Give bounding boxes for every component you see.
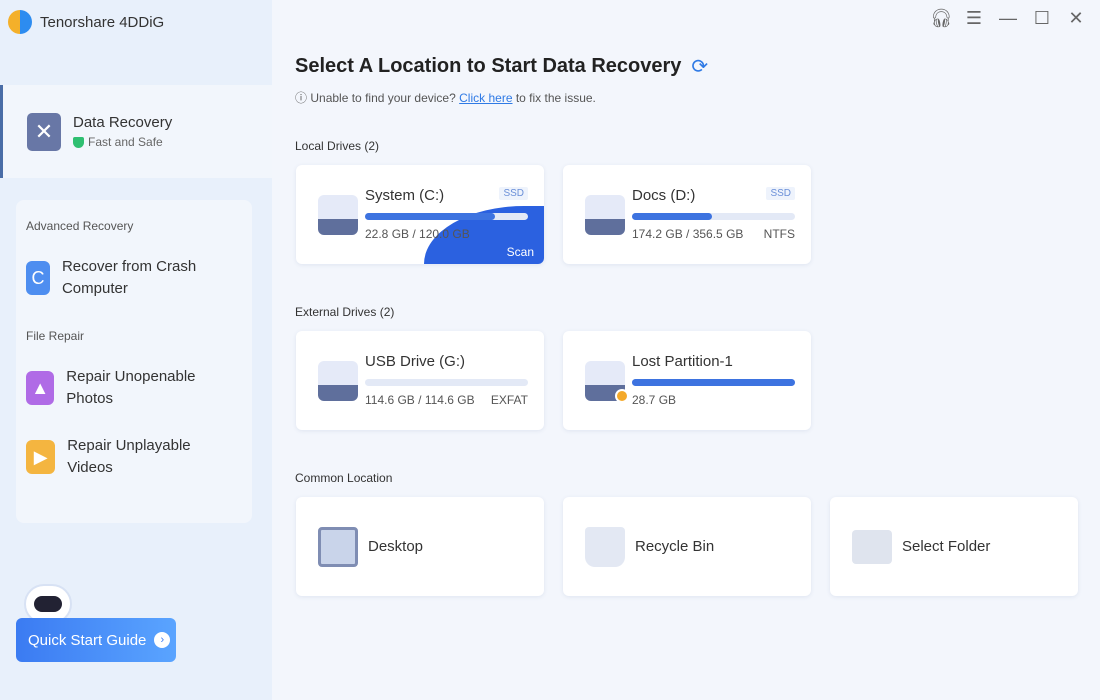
help-hint: ⓘ Unable to find your device? Click here…	[295, 89, 596, 106]
usage-bar	[365, 379, 528, 386]
hint-text: Unable to find your device?	[310, 91, 456, 105]
drive-size: 28.7 GB	[632, 393, 677, 407]
location-recycle-bin[interactable]: Recycle Bin	[563, 497, 811, 596]
usage-bar-fill	[365, 213, 496, 220]
usage-bar-fill	[632, 379, 795, 386]
photos-label: Repair Unopenable Photos	[66, 368, 196, 407]
drive-name: Docs (D:)	[632, 187, 696, 204]
hint-text-after: to fix the issue.	[515, 91, 596, 105]
data-recovery-subtitle: Fast and Safe	[88, 135, 163, 149]
scan-label: Scan	[506, 245, 534, 259]
drive-size: 22.8 GB / 120.0 GB	[365, 227, 470, 241]
monitor-icon	[318, 526, 358, 567]
video-icon: ▶	[26, 440, 56, 474]
crash-label: Recover from Crash Computer	[61, 258, 197, 297]
drive-card-lost-partition[interactable]: Lost Partition-1 28.7 GB	[563, 331, 811, 430]
page-title: Select A Location to Start Data Recovery…	[295, 54, 708, 79]
window-controls: 🎧︎ ☰ — ☐ ✕	[930, 8, 1086, 29]
recycle-bin-icon	[585, 526, 625, 567]
videos-label: Repair Unplayable Videos	[67, 437, 191, 476]
location-label: Select Folder	[902, 538, 991, 555]
arrow-right-icon: ›	[154, 632, 171, 648]
sidebar-item-data-recovery[interactable]: ✕ Data Recovery Fast and Safe	[0, 85, 272, 178]
usb-drive-icon	[318, 361, 358, 401]
location-select-folder[interactable]: Select Folder	[830, 497, 1078, 596]
common-location-label: Common Location	[295, 471, 393, 485]
drive-size: 174.2 GB / 356.5 GB	[632, 227, 744, 241]
sidebar-item-crash-computer[interactable]: C Recover from Crash Computer	[26, 256, 206, 300]
folder-icon	[852, 529, 892, 564]
app-title: Tenorshare 4DDiG	[40, 13, 165, 31]
windows-drive-icon	[318, 195, 358, 235]
usage-bar	[632, 379, 795, 386]
local-drives-label: Local Drives (2)	[295, 139, 380, 153]
drive-type-tag: SSD	[499, 187, 528, 200]
file-system: EXFAT	[490, 393, 528, 407]
drive-name: Lost Partition-1	[632, 353, 733, 370]
app-brand: Tenorshare 4DDiG	[8, 10, 164, 34]
support-headset-icon[interactable]: 🎧︎	[930, 8, 953, 29]
advanced-recovery-label: Advanced Recovery	[26, 219, 134, 233]
drive-name: System (C:)	[365, 187, 445, 204]
advanced-recovery-panel: Advanced Recovery C Recover from Crash C…	[16, 200, 252, 523]
file-repair-label: File Repair	[26, 329, 85, 343]
drive-icon	[585, 195, 625, 235]
maximize-icon[interactable]: ☐	[1032, 8, 1052, 29]
drive-size: 114.6 GB / 114.6 GB	[365, 393, 475, 407]
quick-start-guide-button[interactable]: Quick Start Guide ›	[16, 618, 176, 662]
tools-drive-icon: ✕	[27, 112, 61, 151]
sidebar: Tenorshare 4DDiG ✕ Data Recovery Fast an…	[0, 0, 272, 700]
quick-start-label: Quick Start Guide	[28, 631, 147, 649]
file-system: NTFS	[763, 227, 795, 241]
location-label: Recycle Bin	[635, 538, 715, 555]
data-recovery-title: Data Recovery	[73, 114, 173, 131]
lost-partition-badge-icon	[615, 389, 629, 403]
drive-card-system-c[interactable]: Scan System (C:) SSD 22.8 GB / 120.0 GB	[296, 165, 544, 264]
page-title-text: Select A Location to Start Data Recovery	[295, 55, 682, 77]
usage-bar	[365, 213, 528, 220]
photo-icon: ▲	[26, 371, 55, 405]
drive-card-docs-d[interactable]: Docs (D:) SSD 174.2 GB / 356.5 GB NTFS	[563, 165, 811, 264]
drive-name: USB Drive (G:)	[365, 353, 466, 370]
app-logo-icon	[8, 10, 32, 34]
drive-card-usb-g[interactable]: USB Drive (G:) 114.6 GB / 114.6 GB EXFAT	[296, 331, 544, 430]
usage-bar-fill	[632, 213, 712, 220]
drive-type-tag: SSD	[766, 187, 795, 200]
location-label: Desktop	[368, 538, 424, 555]
close-icon[interactable]: ✕	[1066, 8, 1086, 29]
question-icon: ⓘ	[295, 91, 308, 105]
menu-icon[interactable]: ☰	[964, 8, 984, 29]
click-here-link[interactable]: Click here	[459, 91, 512, 105]
refresh-icon[interactable]: ⟳	[691, 54, 708, 79]
sidebar-item-repair-photos[interactable]: ▲ Repair Unopenable Photos	[26, 366, 216, 410]
computer-icon: C	[26, 261, 50, 295]
location-desktop[interactable]: Desktop	[296, 497, 544, 596]
external-drives-label: External Drives (2)	[295, 305, 395, 319]
minimize-icon[interactable]: —	[998, 8, 1018, 29]
shield-icon	[73, 136, 84, 148]
usage-bar	[632, 213, 795, 220]
sidebar-item-repair-videos[interactable]: ▶ Repair Unplayable Videos	[26, 435, 216, 479]
